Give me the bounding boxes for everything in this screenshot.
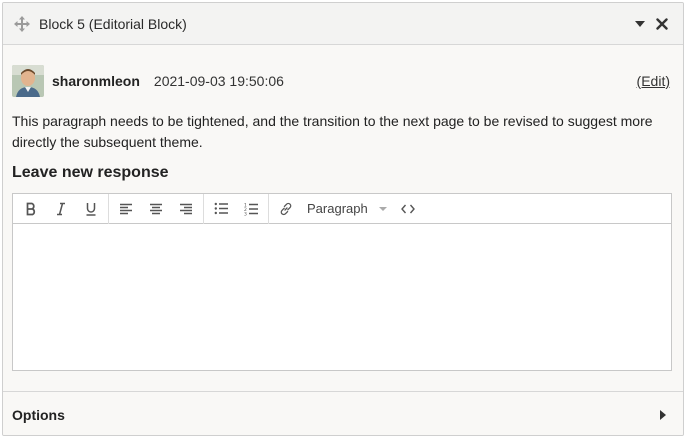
code-icon [401, 204, 415, 213]
toolbar-divider [108, 193, 109, 224]
response-editor: 123 Paragraph [12, 193, 672, 371]
response-heading: Leave new response [12, 164, 169, 181]
avatar[interactable] [12, 65, 44, 97]
close-button[interactable] [653, 15, 671, 33]
bold-button[interactable] [16, 194, 46, 224]
comment-meta: sharonmleon 2021-09-03 19:50:06 (Edit) [12, 65, 670, 97]
options-toggle[interactable]: Options [3, 391, 683, 435]
bullet-list-icon [214, 202, 228, 215]
format-select-value: Paragraph [307, 201, 368, 216]
toolbar-divider [203, 193, 204, 224]
source-code-button[interactable] [393, 194, 423, 224]
editor-toolbar: 123 Paragraph [13, 193, 671, 224]
paragraph-format-select[interactable]: Paragraph [301, 194, 393, 224]
align-center-button[interactable] [141, 194, 171, 224]
bold-icon [26, 202, 36, 215]
close-icon [656, 17, 668, 30]
numbered-list-button[interactable]: 123 [236, 194, 266, 224]
response-text-area[interactable] [13, 224, 671, 370]
align-left-icon [120, 203, 132, 214]
italic-icon [57, 202, 65, 215]
link-icon [280, 202, 292, 215]
link-button[interactable] [271, 194, 301, 224]
bullet-list-button[interactable] [206, 194, 236, 224]
edit-comment-link[interactable]: (Edit) [637, 73, 670, 89]
align-right-icon [180, 203, 192, 214]
move-arrows-icon[interactable] [13, 15, 31, 33]
numbered-list-icon: 123 [244, 202, 258, 216]
dropdown-caret-icon [379, 206, 387, 211]
panel-title: Block 5 (Editorial Block) [39, 15, 187, 32]
toolbar-divider [268, 193, 269, 224]
italic-button[interactable] [46, 194, 76, 224]
collapse-button[interactable] [631, 15, 649, 33]
editorial-block-panel: Block 5 (Editorial Block) sharonmleon 20… [2, 2, 684, 436]
caret-down-icon [635, 20, 645, 27]
panel-header: Block 5 (Editorial Block) [3, 3, 683, 45]
underline-button[interactable] [76, 194, 106, 224]
caret-right-icon [660, 409, 666, 420]
comment-timestamp: 2021-09-03 19:50:06 [153, 73, 284, 89]
align-center-icon [150, 203, 162, 214]
comment-body: This paragraph needs to be tightened, an… [12, 113, 653, 150]
svg-text:3: 3 [244, 211, 247, 216]
underline-icon [86, 202, 96, 216]
options-label: Options [12, 406, 65, 423]
align-right-button[interactable] [171, 194, 201, 224]
comment-username[interactable]: sharonmleon [52, 73, 140, 89]
align-left-button[interactable] [111, 194, 141, 224]
